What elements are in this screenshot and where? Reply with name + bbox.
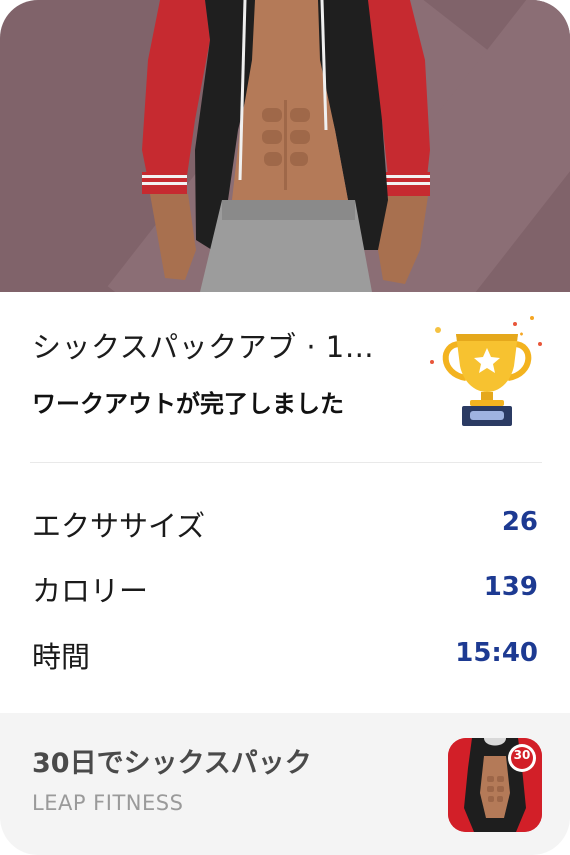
app-name: 30日でシックスパック <box>32 748 312 779</box>
developer-name: LEAP FITNESS <box>32 791 184 815</box>
app-icon[interactable]: 30 <box>448 738 542 832</box>
stat-label: 時間 <box>32 640 91 674</box>
app-promo-footer[interactable]: 30日でシックスパック LEAP FITNESS 30 <box>0 713 570 855</box>
app-icon-badge: 30 <box>513 748 531 762</box>
workout-title: シックスパックアブ · 1… <box>32 330 375 364</box>
stat-value: 26 <box>501 507 538 537</box>
stat-row-time: 時間 15:40 <box>0 634 570 684</box>
divider <box>30 462 542 463</box>
workout-summary: シックスパックアブ · 1… ワークアウトが完了しました <box>0 292 570 462</box>
trophy-icon <box>430 316 542 426</box>
hero-image <box>0 0 570 292</box>
stat-row-exercises: エクササイズ 26 <box>0 503 570 553</box>
completion-message: ワークアウトが完了しました <box>32 390 344 418</box>
stat-value: 139 <box>483 572 538 602</box>
stat-label: エクササイズ <box>32 509 206 543</box>
stat-label: カロリー <box>32 574 149 608</box>
stat-value: 15:40 <box>455 638 538 668</box>
share-card: シックスパックアブ · 1… ワークアウトが完了しました エクササイズ 26 カ… <box>0 0 570 855</box>
stat-row-calories: カロリー 139 <box>0 568 570 618</box>
